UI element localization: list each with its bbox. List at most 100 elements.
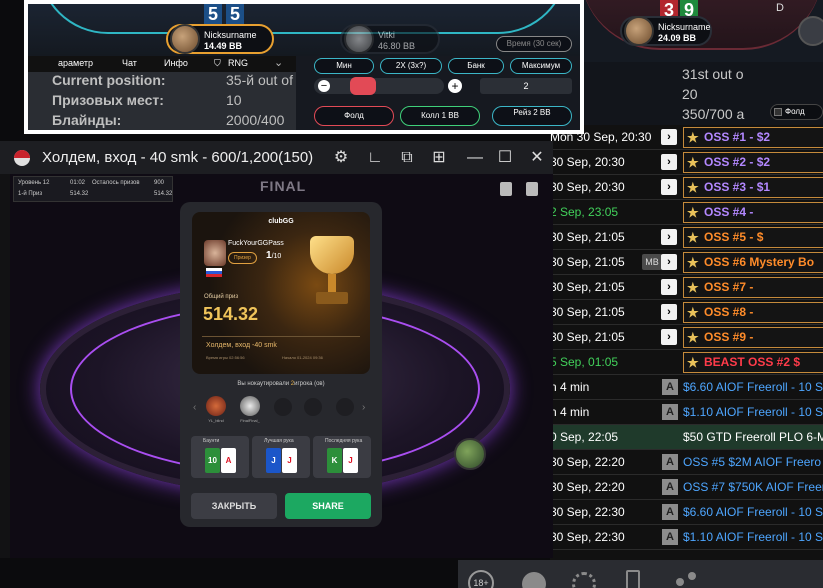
tournament-row[interactable]: 30 Sep, 22:30 A $6.60 AIOF Freeroll - 10 S <box>550 500 823 525</box>
chevron-left-icon[interactable]: ‹ <box>193 402 196 413</box>
bet-slider[interactable]: − <box>314 77 444 95</box>
tournament-row[interactable]: 30 Sep, 21:05 › ★ OSS #7 - <box>550 275 823 300</box>
menu-params[interactable]: араметр <box>58 58 93 68</box>
grid-icon[interactable]: ⊞ <box>428 147 450 169</box>
star-icon[interactable]: ★ <box>687 303 699 322</box>
tournament-row[interactable]: 30 Sep, 22:20 A OSS #7 $750K AIOF Freer <box>550 475 823 500</box>
bet-max-button[interactable]: Максимум <box>510 58 572 74</box>
start-date: Начало 01-2024 09:36 <box>282 355 323 360</box>
chevron-right-icon[interactable]: › <box>661 129 677 145</box>
chevron-down-icon[interactable]: ⌄ <box>274 56 283 69</box>
chevron-right-icon[interactable]: › <box>362 402 365 413</box>
close-button[interactable]: ЗАКРЫТЬ <box>191 493 277 519</box>
tournament-row[interactable]: 30 Sep, 22:20 A OSS #5 $2M AIOF Freero <box>550 450 823 475</box>
tournament-row[interactable]: n 4 min A $1.10 AIOF Freeroll - 10 S <box>550 400 823 425</box>
tournament-row[interactable]: n 4 min A $6.60 AIOF Freeroll - 10 S <box>550 375 823 400</box>
empty-seat[interactable] <box>798 16 823 46</box>
chevron-right-icon[interactable]: › <box>661 229 677 245</box>
star-icon[interactable]: ★ <box>687 253 699 272</box>
tournament-row[interactable]: 30 Sep, 20:30 › ★ OSS #3 - $1 <box>550 175 823 200</box>
star-icon[interactable]: ★ <box>687 228 699 247</box>
cards-icon[interactable] <box>526 182 538 196</box>
bet-2x-button[interactable]: 2X (3x?) <box>380 58 442 74</box>
chevron-right-icon[interactable]: › <box>661 179 677 195</box>
tournament-row[interactable]: 30 Sep, 21:05 MB › ★ OSS #6 Mystery Bo <box>550 250 823 275</box>
playing-card: J <box>266 448 281 473</box>
tournament-name-box: ★ OSS #7 - <box>683 277 823 298</box>
star-icon[interactable]: ★ <box>687 353 699 372</box>
tournament-row[interactable]: Mon 30 Sep, 20:30 › ★ OSS #1 - $2 <box>550 125 823 150</box>
time-bank-button[interactable]: Время (30 сек) <box>496 36 572 52</box>
gear-icon[interactable]: ⚙ <box>330 147 352 169</box>
tournament-row[interactable]: 30 Sep, 20:30 › ★ OSS #2 - $2 <box>550 150 823 175</box>
star-icon[interactable]: ★ <box>687 178 699 197</box>
tournament-row[interactable]: 5 Sep, 01:05 ★ BEAST OSS #2 $ <box>550 350 823 375</box>
chevron-right-icon[interactable]: › <box>661 279 677 295</box>
knockout-text: Вы нокаутировали 2игрока (ов) <box>180 381 382 387</box>
raise-button[interactable]: Рейз 2 BB <box>492 106 572 126</box>
hand-history-icon[interactable] <box>500 182 512 196</box>
player-name: Nicksurname <box>204 30 257 40</box>
star-icon[interactable]: ★ <box>687 328 699 347</box>
chevron-right-icon[interactable]: › <box>661 154 677 170</box>
playing-card: 10 <box>205 448 220 473</box>
duplicate-icon[interactable]: ⧉ <box>396 147 418 169</box>
right-stat: 350/700 a <box>682 106 745 122</box>
tournament-name: OSS #1 - $2 <box>704 130 771 144</box>
poker-chip-icon[interactable] <box>522 572 546 588</box>
share-button[interactable]: SHARE <box>285 493 371 519</box>
hero-seat[interactable]: Nicksurname 14.49 BB <box>166 24 274 54</box>
menu-chat[interactable]: Чат <box>122 58 137 68</box>
mobile-icon[interactable] <box>626 570 640 588</box>
star-icon[interactable]: ★ <box>687 128 699 147</box>
tournament-row[interactable]: 30 Sep, 21:05 › ★ OSS #8 - <box>550 300 823 325</box>
menu-bar: араметр Чат Инфо ⛉ RNG ⌄ <box>28 56 308 72</box>
minimize-icon[interactable]: — <box>464 147 486 169</box>
close-icon[interactable]: ✕ <box>526 147 548 169</box>
tournament-row[interactable]: 2 Sep, 23:05 ★ OSS #4 - <box>550 200 823 225</box>
bet-pot-button[interactable]: Банк <box>448 58 504 74</box>
chevron-right-icon[interactable]: › <box>661 254 677 270</box>
call-button[interactable]: Колл 1 BB <box>400 106 480 126</box>
tournament-row[interactable]: 0 Sep, 22:05 $50 GTD Freeroll PLO 6-Ma <box>550 425 823 450</box>
slider-handle[interactable] <box>350 77 376 95</box>
minus-icon[interactable]: − <box>318 80 330 92</box>
tournament-name: OSS #8 - <box>704 305 754 319</box>
opponent-seat[interactable]: Vitki 46.80 BB <box>340 24 440 54</box>
bet-controls: Мин 2X (3x?) Банк Максимум − + 2 Фолд Ко… <box>296 56 580 130</box>
player-stack: 14.49 BB <box>204 41 243 51</box>
brand-logo: clubGG <box>268 218 294 225</box>
tournament-name: OSS #7 $750K AIOF Freer <box>683 480 823 494</box>
fold-button[interactable]: Фолд <box>770 104 823 120</box>
menu-info[interactable]: Инфо <box>164 58 188 68</box>
tournament-date: 2 Sep, 23:05 <box>550 205 619 219</box>
bet-amount-input[interactable]: 2 <box>480 78 572 94</box>
fold-button[interactable]: Фолд <box>314 106 394 126</box>
tournament-row[interactable]: 30 Sep, 21:05 › ★ OSS #5 - $ <box>550 225 823 250</box>
tournament-name-box: ★ OSS #2 - $2 <box>683 152 823 173</box>
hud-left-label: Осталось призов <box>92 180 140 186</box>
star-icon[interactable]: ★ <box>687 153 699 172</box>
maximize-icon[interactable]: ☐ <box>494 147 516 169</box>
chevron-right-icon[interactable]: › <box>661 329 677 345</box>
share-icon[interactable] <box>676 572 698 588</box>
player-seat[interactable]: Nicksurname 24.09 BB <box>620 16 712 46</box>
tournament-row[interactable]: 30 Sep, 22:30 A $1.10 AIOF Freeroll - 10 S <box>550 525 823 550</box>
tournament-date: n 4 min <box>550 405 590 419</box>
tournament-name: OSS #5 - $ <box>704 230 764 244</box>
chevron-right-icon[interactable]: › <box>661 304 677 320</box>
digit-card: 5 <box>204 4 222 24</box>
tournament-name: BEAST OSS #2 $ <box>704 355 801 369</box>
knockout-label: Вы нокаутировали <box>237 381 290 387</box>
tournament-name: OSS #7 - <box>704 280 754 294</box>
player-avatar[interactable] <box>454 438 486 470</box>
stat-label: Блайнды: <box>52 112 122 128</box>
star-icon[interactable]: ★ <box>687 278 699 297</box>
plus-icon[interactable]: + <box>448 79 462 93</box>
layout-icon[interactable]: ∟ <box>364 147 386 169</box>
menu-rng[interactable]: RNG <box>228 58 248 68</box>
star-icon[interactable]: ★ <box>687 203 699 222</box>
globe-icon[interactable] <box>572 572 596 588</box>
bet-min-button[interactable]: Мин <box>314 58 374 74</box>
tournament-row[interactable]: 30 Sep, 21:05 › ★ OSS #9 - <box>550 325 823 350</box>
